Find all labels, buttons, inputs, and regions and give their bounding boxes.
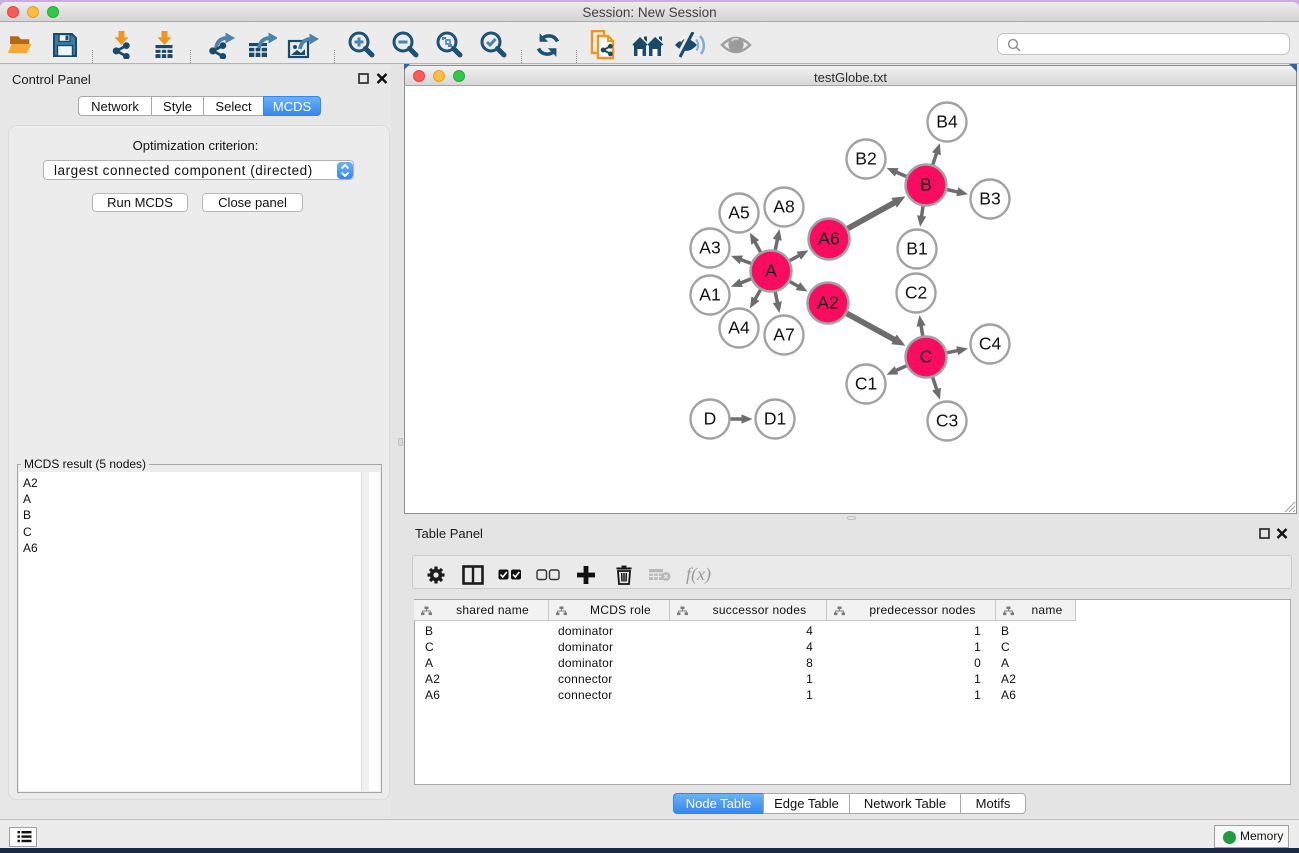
svg-text:A4: A4 [728, 318, 750, 338]
svg-text:C2: C2 [905, 283, 927, 303]
svg-text:C1: C1 [855, 374, 877, 394]
svg-text:A8: A8 [773, 197, 794, 217]
svg-text:B2: B2 [855, 149, 876, 169]
svg-text:B3: B3 [979, 189, 1000, 209]
svg-text:A: A [765, 261, 777, 281]
svg-text:A7: A7 [773, 325, 794, 345]
svg-text:B4: B4 [936, 112, 958, 132]
svg-text:C: C [920, 347, 933, 367]
svg-text:A1: A1 [699, 285, 720, 305]
svg-text:B: B [920, 175, 932, 195]
svg-text:A5: A5 [728, 203, 749, 223]
svg-text:D1: D1 [764, 409, 786, 429]
svg-text:B1: B1 [906, 239, 927, 259]
svg-text:D: D [704, 409, 717, 429]
svg-text:C3: C3 [936, 411, 958, 431]
svg-text:A6: A6 [818, 229, 839, 249]
svg-text:A3: A3 [699, 238, 720, 258]
svg-text:C4: C4 [979, 334, 1002, 354]
svg-text:A2: A2 [817, 293, 838, 313]
